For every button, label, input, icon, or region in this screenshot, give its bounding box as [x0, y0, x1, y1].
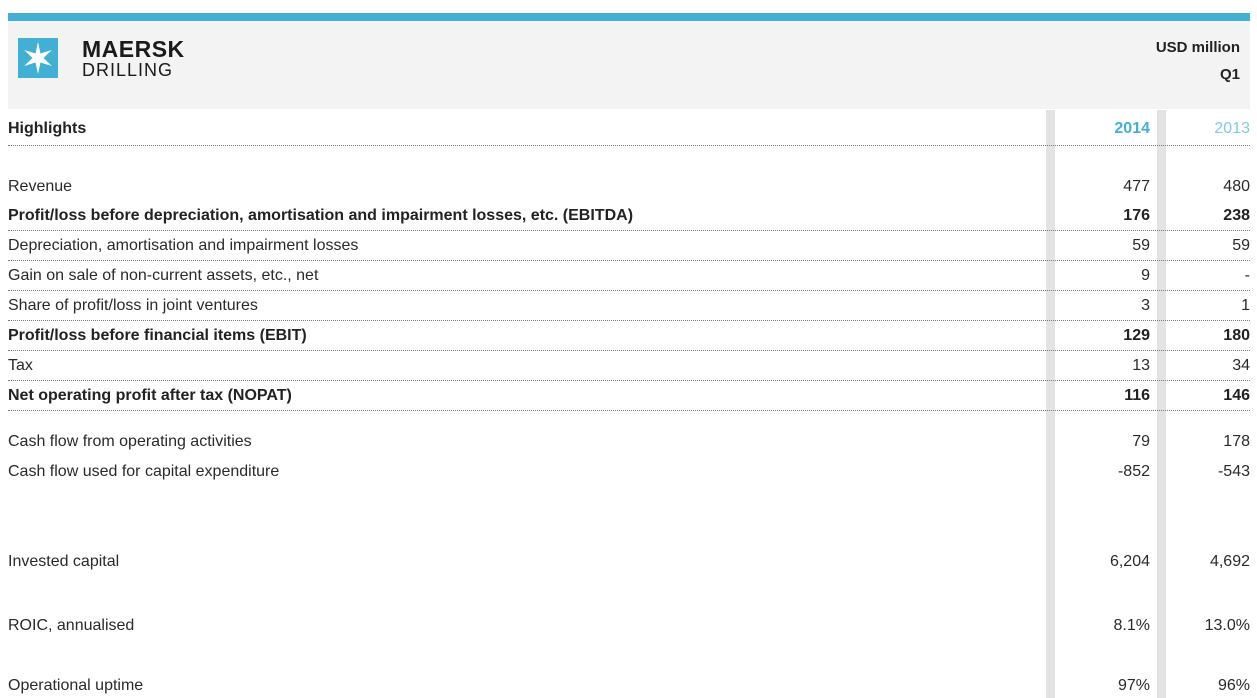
value-2013: 59 [1232, 237, 1250, 254]
value-2014: 79 [1132, 433, 1150, 450]
row-label: Profit/loss before financial items (EBIT… [8, 327, 307, 344]
year-2014-label: 2014 [1114, 120, 1150, 137]
row-label: Invested capital [8, 553, 120, 570]
year-2013-label: 2013 [1214, 120, 1250, 137]
value-2013: 34 [1232, 357, 1250, 374]
table-row: Profit/loss before depreciation, amortis… [8, 206, 1250, 231]
unit-label: USD million [1155, 39, 1240, 56]
value-2014: 59 [1132, 237, 1150, 254]
table-row: Share of profit/loss in joint ventures 3… [8, 296, 1250, 321]
value-2013: 180 [1223, 327, 1250, 344]
value-2013: 96% [1217, 677, 1250, 694]
row-label: Depreciation, amortisation and impairmen… [8, 237, 359, 254]
row-label: Revenue [8, 178, 73, 195]
row-label: Cash flow used for capital expenditure [8, 463, 280, 480]
value-2014: 116 [1124, 387, 1150, 404]
value-2013: 238 [1223, 207, 1250, 224]
value-2014: 477 [1123, 178, 1150, 195]
row-label: Operational uptime [8, 677, 144, 694]
value-2013: -543 [1217, 463, 1250, 480]
row-label: Gain on sale of non-current assets, etc.… [8, 267, 319, 284]
row-label: Tax [8, 357, 33, 374]
value-2014: 13 [1132, 357, 1150, 374]
table-row: Net operating profit after tax (NOPAT) 1… [8, 386, 1250, 411]
row-label: ROIC, annualised [8, 617, 135, 634]
brand-name: MAERSK [82, 36, 185, 62]
period-label: Q1 [1219, 66, 1240, 83]
value-2014: 6,204 [1109, 553, 1150, 570]
value-2014: -852 [1117, 463, 1150, 480]
table-row: Profit/loss before financial items (EBIT… [8, 326, 1250, 351]
value-2014: 3 [1141, 297, 1150, 314]
table-row: Depreciation, amortisation and impairmen… [8, 236, 1250, 261]
star-logo-icon [18, 38, 58, 78]
value-2013: 13.0% [1204, 617, 1250, 634]
divider [8, 145, 1250, 146]
value-2013: 480 [1223, 178, 1250, 195]
value-2013: 146 [1223, 387, 1250, 404]
value-2014: 9 [1141, 267, 1150, 284]
value-2014: 97% [1117, 677, 1150, 694]
value-2013: 4,692 [1209, 553, 1250, 570]
highlights-title: Highlights [8, 120, 87, 137]
row-label: Net operating profit after tax (NOPAT) [8, 387, 292, 404]
report-header: MAERSK DRILLING USD million Q1 [8, 21, 1250, 109]
row-label: Cash flow from operating activities [8, 433, 252, 450]
value-2013: - [1244, 267, 1250, 284]
value-2013: 1 [1241, 297, 1250, 314]
row-label: Profit/loss before depreciation, amortis… [8, 207, 634, 224]
row-label: Share of profit/loss in joint ventures [8, 297, 258, 314]
value-2014: 129 [1123, 327, 1150, 344]
table-row: Tax 13 34 [8, 356, 1250, 381]
value-2014: 176 [1123, 207, 1150, 224]
value-2013: 178 [1223, 433, 1250, 450]
brand-subname: DRILLING [82, 60, 174, 80]
value-2014: 8.1% [1113, 617, 1150, 634]
table-row: Gain on sale of non-current assets, etc.… [8, 266, 1250, 291]
accent-top-bar [8, 13, 1250, 21]
